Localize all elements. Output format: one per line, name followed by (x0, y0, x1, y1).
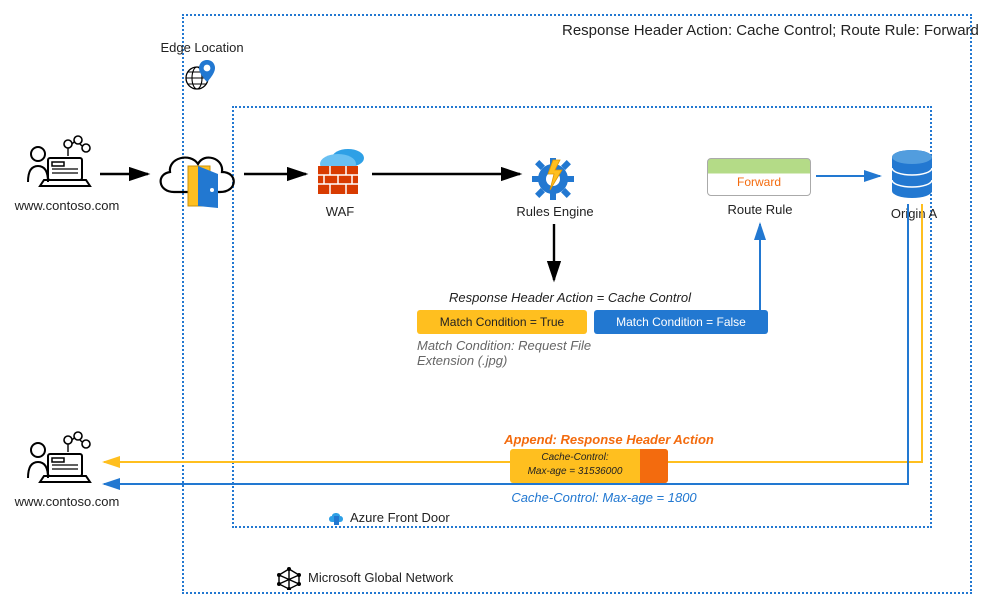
append-line1: Cache-Control: (541, 452, 608, 463)
afd-logo-icon (326, 508, 346, 528)
match-note: Match Condition: Request File Extension … (417, 338, 607, 368)
mgn-icon (276, 566, 302, 590)
append-line2: Max-age = 31536000 (528, 466, 623, 477)
match-false-box: Match Condition = False (594, 310, 768, 334)
append-box: Cache-Control: Max-age = 31536000 (510, 449, 668, 483)
inner-box-label: Azure Front Door (350, 510, 450, 525)
blue-return-label: Cache-Control: Max-age = 1800 (494, 490, 714, 505)
header-action-line: Response Header Action = Cache Control (440, 290, 700, 305)
outer-box-label: Microsoft Global Network (308, 570, 453, 585)
append-title: Append: Response Header Action (504, 432, 714, 447)
match-true-box: Match Condition = True (417, 310, 587, 334)
